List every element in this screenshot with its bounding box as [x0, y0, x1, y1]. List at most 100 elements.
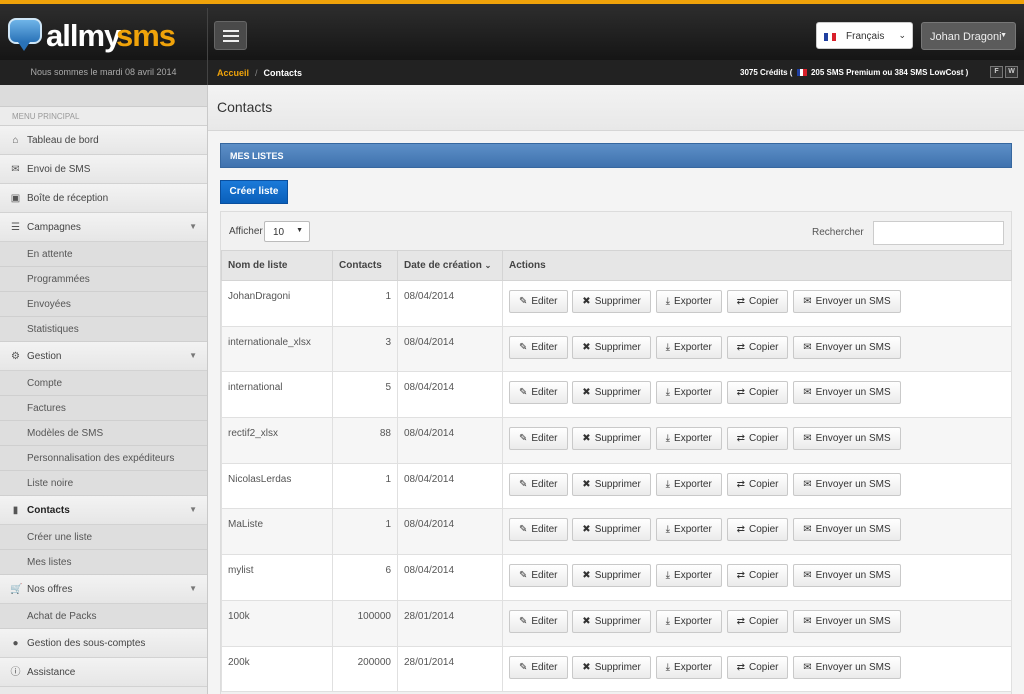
column-header-contacts[interactable]: Contacts [332, 250, 398, 281]
edit-button[interactable]: ✎ Editer [509, 564, 568, 588]
sidebar-item-gestion[interactable]: ⚙ Gestion ▼ [0, 342, 207, 371]
edit-button[interactable]: ✎ Editer [509, 335, 568, 359]
column-header-date[interactable]: Date de création ⌄ [397, 250, 503, 281]
credits-prefix: 3075 Crédits ( [740, 68, 793, 77]
pencil-icon: ✎ [519, 341, 528, 353]
export-button[interactable]: ⤓ Exporter [655, 609, 722, 633]
export-button[interactable]: ⤓ Exporter [655, 335, 722, 359]
send-sms-button[interactable]: ✉ Envoyer un SMS [793, 290, 901, 313]
edit-button[interactable]: ✎ Editer [509, 381, 568, 405]
pencil-icon: ✎ [519, 524, 528, 536]
download-icon: ⤓ [665, 341, 671, 353]
search-input[interactable] [873, 221, 1004, 245]
sidebar-item-sous-comptes[interactable]: ● Gestion des sous-comptes [0, 629, 207, 658]
edit-button[interactable]: ✎ Editer [509, 518, 568, 542]
sidebar-item-envoi-sms[interactable]: ✉ Envoi de SMS [0, 155, 207, 184]
cross-icon: ✖ [582, 524, 591, 536]
sidebar-item-boite-reception[interactable]: ▣ Boîte de réception [0, 184, 207, 213]
send-sms-button[interactable]: ✉ Envoyer un SMS [793, 427, 901, 451]
chevron-down-icon: ▼ [189, 222, 197, 231]
sidebar-subitem-personnalisation[interactable]: Personnalisation des expéditeurs [0, 446, 207, 471]
edit-button[interactable]: ✎ Editer [509, 609, 568, 633]
sidebar-subitem-statistiques[interactable]: Statistiques [0, 317, 207, 342]
copy-icon: ⇄ [736, 661, 745, 673]
france-flag-icon [796, 69, 807, 76]
facebook-button[interactable]: F [990, 66, 1003, 78]
export-button[interactable]: ⤓ Exporter [655, 381, 722, 405]
list-name-cell: 100k [221, 599, 333, 647]
sidebar-subitem-factures[interactable]: Factures [0, 396, 207, 421]
logo-text-allmy: allmy [46, 18, 121, 53]
export-button[interactable]: ⤓ Exporter [655, 427, 722, 451]
sidebar-item-tableau-de-bord[interactable]: ⌂ Tableau de bord [0, 126, 207, 155]
column-header-nom[interactable]: Nom de liste [221, 250, 333, 281]
delete-button[interactable]: ✖ Supprimer [572, 609, 651, 633]
actions-cell: ✎ Editer ✖ Supprimer ⤓ Exporter ⇄ Copier ✉ En… [502, 280, 1012, 327]
copy-button[interactable]: ⇄ Copier [726, 381, 789, 405]
sidebar-item-contacts[interactable]: ▮ Contacts ▼ [0, 496, 207, 525]
edit-button[interactable]: ✎ Editer [509, 427, 568, 451]
copy-button[interactable]: ⇄ Copier [726, 427, 789, 451]
delete-button[interactable]: ✖ Supprimer [572, 427, 651, 451]
divider [207, 8, 208, 64]
breadcrumb-home-link[interactable]: Accueil [217, 68, 249, 78]
export-button[interactable]: ⤓ Exporter [655, 290, 722, 313]
delete-button[interactable]: ✖ Supprimer [572, 290, 651, 313]
download-icon: ⤓ [665, 478, 671, 490]
delete-button[interactable]: ✖ Supprimer [572, 381, 651, 405]
download-icon: ⤓ [665, 570, 671, 582]
send-sms-button[interactable]: ✉ Envoyer un SMS [793, 472, 901, 496]
chevron-down-icon: ▼ [189, 505, 197, 514]
copy-button[interactable]: ⇄ Copier [726, 472, 789, 496]
sidebar-subitem-modeles-sms[interactable]: Modèles de SMS [0, 421, 207, 446]
cross-icon: ✖ [582, 296, 591, 307]
send-sms-button[interactable]: ✉ Envoyer un SMS [793, 381, 901, 405]
create-list-button[interactable]: Créer liste [220, 180, 288, 204]
edit-button[interactable]: ✎ Editer [509, 472, 568, 496]
edit-button[interactable]: ✎ Editer [509, 290, 568, 313]
sidebar-subitem-liste-noire[interactable]: Liste noire [0, 471, 207, 496]
copy-button[interactable]: ⇄ Copier [726, 655, 789, 679]
user-menu-button[interactable]: Johan Dragoni ▼ [921, 22, 1016, 50]
send-sms-button[interactable]: ✉ Envoyer un SMS [793, 609, 901, 633]
envelope-icon: ✉ [803, 615, 812, 627]
language-select[interactable]: Français ⌄ [816, 22, 913, 49]
send-sms-button[interactable]: ✉ Envoyer un SMS [793, 655, 901, 679]
delete-button[interactable]: ✖ Supprimer [572, 564, 651, 588]
copy-button[interactable]: ⇄ Copier [726, 335, 789, 359]
export-button[interactable]: ⤓ Exporter [655, 564, 722, 588]
send-sms-button[interactable]: ✉ Envoyer un SMS [793, 564, 901, 588]
copy-button[interactable]: ⇄ Copier [726, 290, 789, 313]
sidebar-item-nos-offres[interactable]: 🛒 Nos offres ▼ [0, 575, 207, 604]
sidebar-item-assistance[interactable]: ⓘ Assistance [0, 658, 207, 687]
sidebar-subitem-creer-liste[interactable]: Créer une liste [0, 525, 207, 550]
edit-button[interactable]: ✎ Editer [509, 655, 568, 679]
actions-cell: ✎ Editer ✖ Supprimer ⤓ Exporter ⇄ Copier ✉ En… [502, 645, 1012, 693]
cross-icon: ✖ [582, 615, 591, 627]
show-entries-value: 10 [273, 227, 285, 238]
delete-button[interactable]: ✖ Supprimer [572, 335, 651, 359]
sidebar-subitem-programmees[interactable]: Programmées [0, 267, 207, 292]
show-entries-select[interactable]: 10 ▼ [264, 221, 310, 242]
sidebar-subitem-envoyees[interactable]: Envoyées [0, 292, 207, 317]
sidebar-item-campagnes[interactable]: ☰ Campagnes ▼ [0, 213, 207, 242]
copy-button[interactable]: ⇄ Copier [726, 609, 789, 633]
delete-button[interactable]: ✖ Supprimer [572, 472, 651, 496]
sidebar-subitem-compte[interactable]: Compte [0, 371, 207, 396]
export-button[interactable]: ⤓ Exporter [655, 655, 722, 679]
copy-button[interactable]: ⇄ Copier [726, 564, 789, 588]
menu-toggle-button[interactable] [214, 21, 247, 50]
delete-button[interactable]: ✖ Supprimer [572, 655, 651, 679]
table-row: 100k 100000 28/01/2014 ✎ Editer ✖ Supprimer ⤓… [221, 599, 1012, 647]
sidebar-subitem-en-attente[interactable]: En attente [0, 242, 207, 267]
copy-button[interactable]: ⇄ Copier [726, 518, 789, 542]
sidebar-subitem-achat-packs[interactable]: Achat de Packs [0, 604, 207, 629]
export-button[interactable]: ⤓ Exporter [655, 518, 722, 542]
send-sms-button[interactable]: ✉ Envoyer un SMS [793, 335, 901, 359]
allmysms-logo[interactable]: allmy sms [8, 12, 198, 58]
sidebar-subitem-mes-listes[interactable]: Mes listes [0, 550, 207, 575]
web-button[interactable]: W [1005, 66, 1018, 78]
delete-button[interactable]: ✖ Supprimer [572, 518, 651, 542]
send-sms-button[interactable]: ✉ Envoyer un SMS [793, 518, 901, 542]
export-button[interactable]: ⤓ Exporter [655, 472, 722, 496]
